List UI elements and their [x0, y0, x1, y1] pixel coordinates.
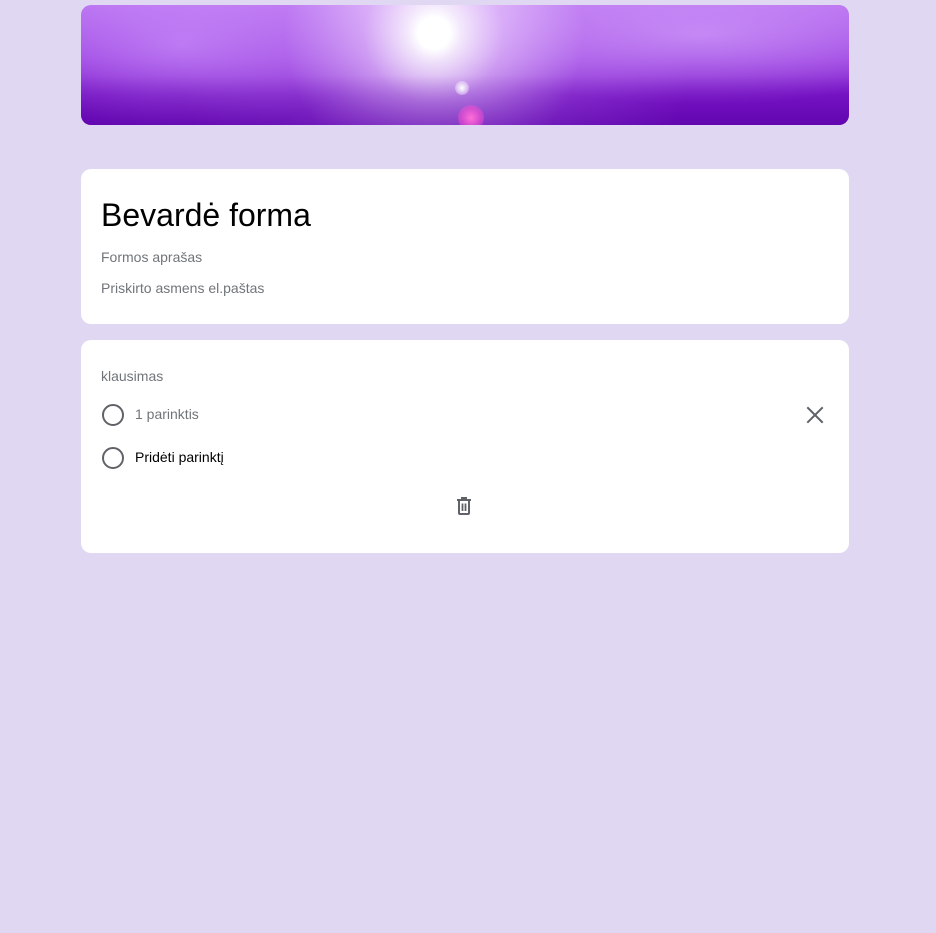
option-label-field[interactable]: 1 parinktis — [135, 406, 199, 422]
header-banner-image — [81, 5, 849, 125]
banner-lens-flare — [455, 81, 469, 95]
add-option-button[interactable]: Pridėti parinktį — [135, 449, 224, 465]
add-option-row: Pridėti parinktį — [101, 446, 829, 470]
radio-circle-icon — [102, 404, 124, 426]
radio-circle-icon — [102, 447, 124, 469]
banner-pink-flare — [458, 105, 484, 125]
trash-icon — [457, 497, 471, 515]
option-row: 1 parinktis — [101, 403, 829, 427]
form-title-card: Bevardė forma Formos aprašas Priskirto a… — [81, 169, 849, 324]
close-icon — [806, 406, 824, 424]
question-card: klausimas 1 parinktis Pridėti parinktį — [81, 340, 849, 553]
remove-option-button[interactable] — [803, 403, 827, 427]
form-title[interactable]: Bevardė forma — [101, 195, 311, 235]
form-description-field[interactable]: Formos aprašas — [101, 249, 202, 265]
delete-question-button[interactable] — [452, 494, 476, 518]
question-title-field[interactable]: klausimas — [101, 368, 163, 384]
assigned-email-field[interactable]: Priskirto asmens el.paštas — [101, 280, 264, 296]
